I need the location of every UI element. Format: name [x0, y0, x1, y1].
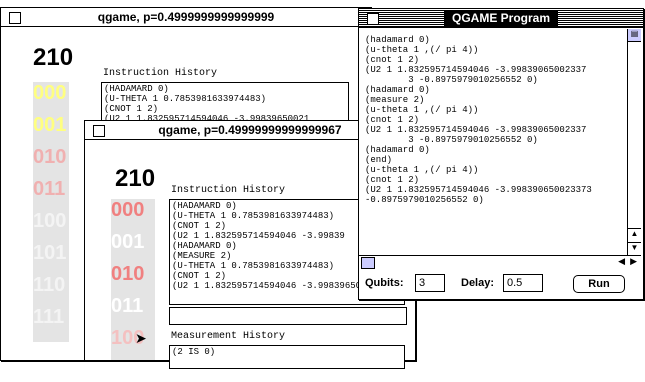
- close-box-icon[interactable]: [367, 13, 379, 25]
- instruction-history-label-1: Instruction History: [103, 68, 218, 79]
- big-number-1: 210: [33, 44, 74, 71]
- state-label: 001: [33, 114, 67, 136]
- program-title: QGAME Program: [443, 10, 558, 26]
- state-label: 010: [111, 263, 145, 285]
- instruction-history-label-2: Instruction History: [171, 185, 286, 196]
- state-label: 011: [33, 178, 66, 200]
- delay-label: Delay:: [461, 277, 495, 289]
- qgame-program-window: QGAME Program (hadamard 0) (u-theta 1 ,(…: [358, 8, 644, 300]
- run-button[interactable]: Run: [573, 275, 625, 293]
- scroll-up-arrow-icon[interactable]: ▤: [628, 29, 641, 42]
- state-label: 001: [111, 231, 145, 253]
- state-label: 011: [111, 295, 144, 317]
- close-box-icon[interactable]: [9, 12, 21, 24]
- big-number-2: 210: [115, 165, 156, 192]
- horizontal-scrollbar[interactable]: ◀ ▶: [359, 255, 641, 269]
- scroll-thumb[interactable]: ▲: [628, 228, 641, 241]
- state-label: 100: [33, 210, 67, 232]
- delay-input[interactable]: 0.5: [503, 274, 543, 292]
- close-box-icon[interactable]: [93, 125, 105, 137]
- state-label: 000: [111, 199, 145, 221]
- vertical-scrollbar[interactable]: ▤ ▲ ▼: [627, 29, 641, 255]
- state-label: 101: [111, 359, 145, 381]
- state-column-2: 000 001 010 011 100 101: [111, 199, 155, 381]
- state-column-1: 000 001 010 011 100 101 110 111: [33, 82, 69, 342]
- scroll-right-arrow-icon[interactable]: ▶: [630, 256, 637, 267]
- program-titlebar[interactable]: QGAME Program: [359, 9, 643, 28]
- measurement-history-box: (2 IS 0): [169, 345, 405, 369]
- state-label: 110: [33, 274, 66, 296]
- scroll-left-arrow-icon[interactable]: ◀: [618, 256, 625, 267]
- window-1-titlebar[interactable]: qgame, p=0.4999999999999999: [1, 8, 371, 27]
- state-label: 000: [33, 82, 67, 104]
- state-label: 101: [33, 242, 67, 264]
- window-1-title: qgame, p=0.4999999999999999: [89, 9, 283, 25]
- qubits-label: Qubits:: [365, 277, 404, 289]
- mouse-cursor-icon: ➤: [135, 331, 147, 347]
- state-label: 010: [33, 146, 67, 168]
- measurement-history-label: Measurement History: [171, 331, 286, 342]
- instruction-history-scroll[interactable]: [169, 307, 407, 325]
- scroll-left-box[interactable]: [361, 257, 375, 269]
- program-code-editor[interactable]: (hadamard 0) (u-theta 1 ,(/ pi 4)) (cnot…: [363, 33, 630, 253]
- qubits-input[interactable]: 3: [415, 274, 445, 292]
- scroll-down-arrow-icon[interactable]: ▼: [628, 242, 641, 255]
- window-2-title: qgame, p=0.49999999999999967: [150, 122, 350, 138]
- state-label: 111: [33, 306, 65, 328]
